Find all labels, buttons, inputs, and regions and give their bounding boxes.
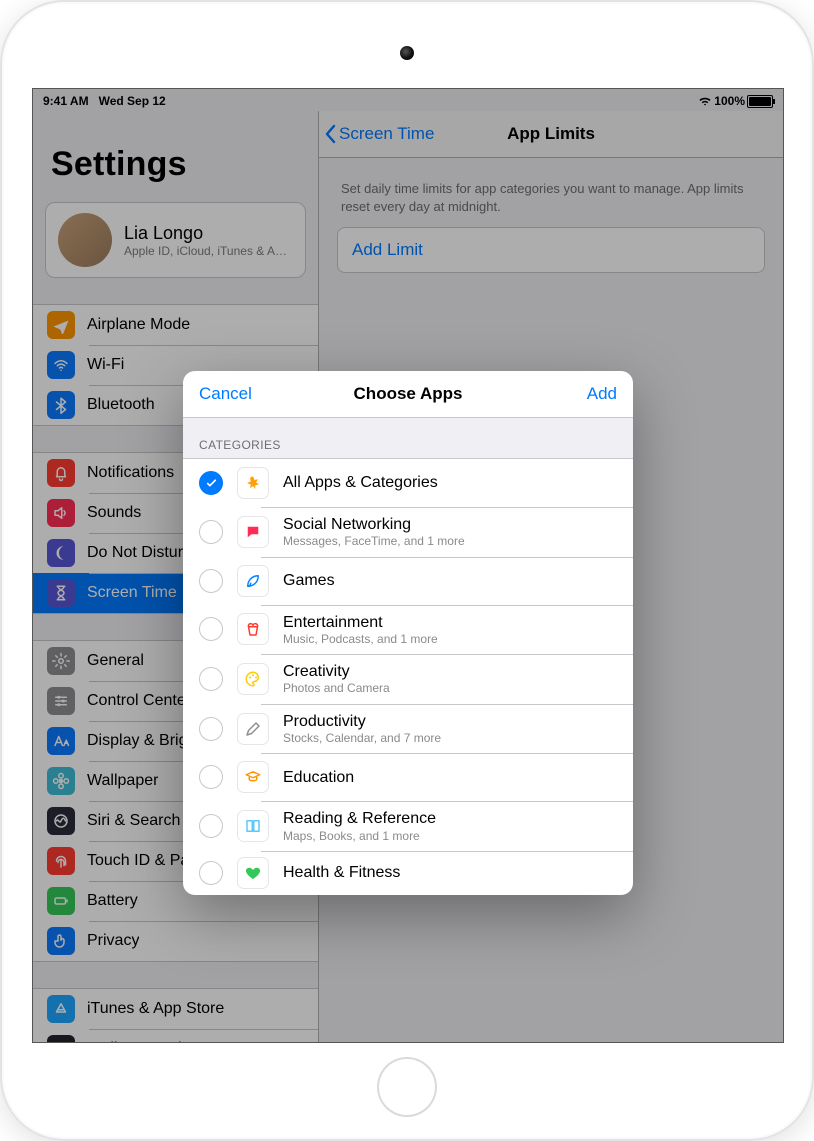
categories-header: CATEGORIES bbox=[183, 418, 633, 459]
category-title: Social Networking bbox=[283, 515, 465, 534]
ipad-device-frame: 9:41 AM Wed Sep 12 100% Settings bbox=[0, 0, 814, 1141]
category-checkbox[interactable] bbox=[199, 814, 223, 838]
category-row[interactable]: Games bbox=[183, 557, 633, 605]
category-row[interactable]: Reading & ReferenceMaps, Books, and 1 mo… bbox=[183, 801, 633, 851]
category-icon bbox=[237, 565, 269, 597]
category-row[interactable]: CreativityPhotos and Camera bbox=[183, 654, 633, 704]
home-button[interactable] bbox=[377, 1057, 437, 1117]
modal-nav: Cancel Choose Apps Add bbox=[183, 371, 633, 418]
category-row[interactable]: All Apps & Categories bbox=[183, 459, 633, 507]
front-camera bbox=[400, 46, 414, 60]
choose-apps-modal: Cancel Choose Apps Add CATEGORIES All Ap… bbox=[183, 371, 633, 895]
category-subtitle: Music, Podcasts, and 1 more bbox=[283, 632, 438, 646]
category-icon bbox=[237, 810, 269, 842]
category-icon bbox=[237, 663, 269, 695]
category-row[interactable]: Education bbox=[183, 753, 633, 801]
cancel-button[interactable]: Cancel bbox=[183, 371, 268, 417]
category-icon bbox=[237, 467, 269, 499]
category-title: Education bbox=[283, 768, 354, 787]
category-checkbox[interactable] bbox=[199, 765, 223, 789]
category-icon bbox=[237, 857, 269, 889]
category-title: Creativity bbox=[283, 662, 390, 681]
screen: 9:41 AM Wed Sep 12 100% Settings bbox=[32, 88, 784, 1043]
category-subtitle: Stocks, Calendar, and 7 more bbox=[283, 731, 441, 745]
add-button[interactable]: Add bbox=[571, 371, 633, 417]
category-title: All Apps & Categories bbox=[283, 473, 438, 492]
category-row[interactable]: Health & Fitness bbox=[183, 851, 633, 895]
category-icon bbox=[237, 713, 269, 745]
category-icon bbox=[237, 516, 269, 548]
category-title: Health & Fitness bbox=[283, 863, 400, 882]
category-title: Entertainment bbox=[283, 613, 438, 632]
category-row[interactable]: Social NetworkingMessages, FaceTime, and… bbox=[183, 507, 633, 557]
category-row[interactable]: EntertainmentMusic, Podcasts, and 1 more bbox=[183, 605, 633, 655]
category-title: Games bbox=[283, 571, 335, 590]
categories-list[interactable]: All Apps & Categories Social NetworkingMe… bbox=[183, 459, 633, 895]
category-checkbox[interactable] bbox=[199, 569, 223, 593]
category-icon bbox=[237, 613, 269, 645]
category-checkbox[interactable] bbox=[199, 471, 223, 495]
category-checkbox[interactable] bbox=[199, 617, 223, 641]
category-checkbox[interactable] bbox=[199, 667, 223, 691]
category-title: Reading & Reference bbox=[283, 809, 436, 828]
category-title: Productivity bbox=[283, 712, 441, 731]
category-checkbox[interactable] bbox=[199, 861, 223, 885]
category-icon bbox=[237, 761, 269, 793]
category-subtitle: Messages, FaceTime, and 1 more bbox=[283, 534, 465, 548]
modal-title: Choose Apps bbox=[354, 384, 463, 404]
category-row[interactable]: ProductivityStocks, Calendar, and 7 more bbox=[183, 704, 633, 754]
category-subtitle: Photos and Camera bbox=[283, 681, 390, 695]
category-checkbox[interactable] bbox=[199, 717, 223, 741]
category-checkbox[interactable] bbox=[199, 520, 223, 544]
category-subtitle: Maps, Books, and 1 more bbox=[283, 829, 436, 843]
